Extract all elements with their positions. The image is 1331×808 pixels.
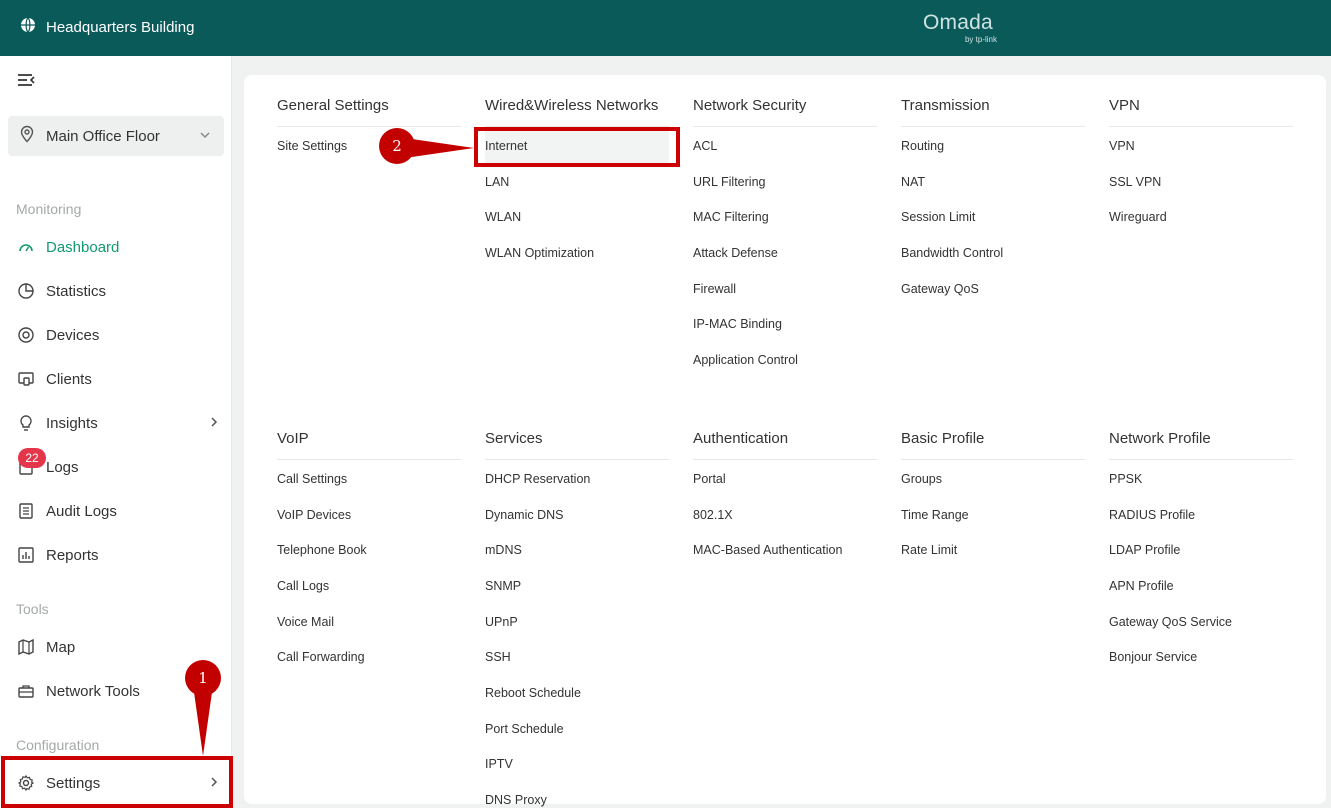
step-marker-1: 1 [185, 660, 221, 696]
step-marker-2: 2 [379, 128, 415, 164]
